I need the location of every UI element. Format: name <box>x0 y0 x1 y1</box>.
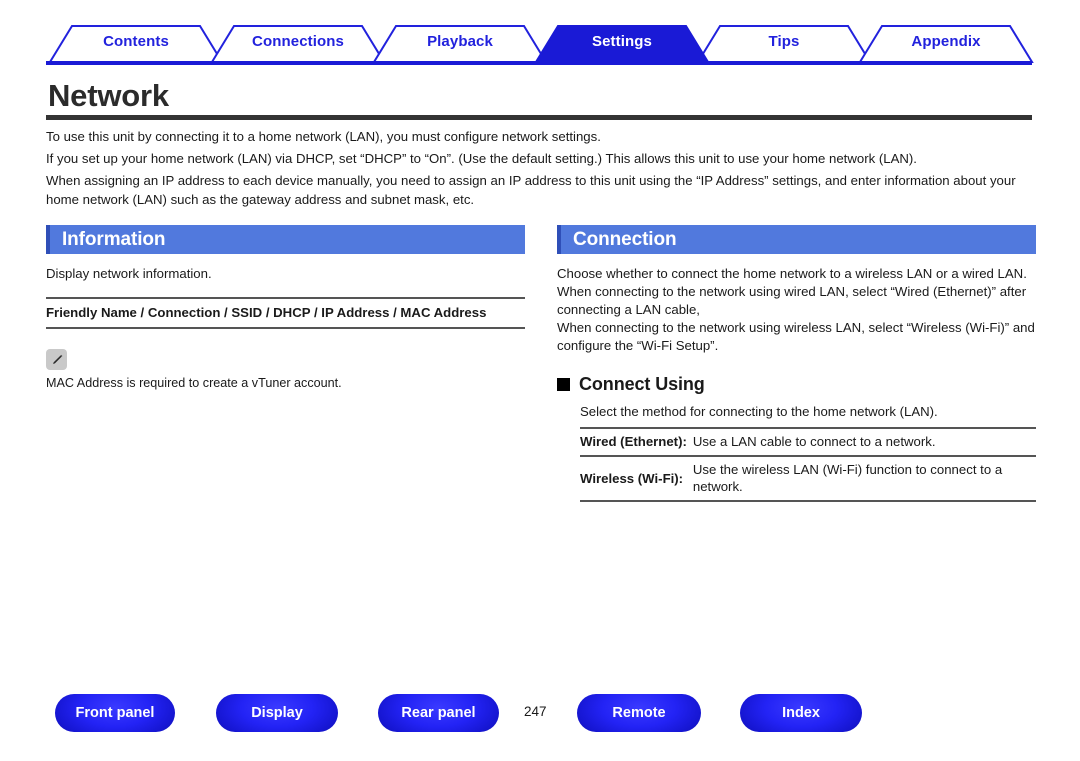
tab-bar: Contents Connections Playback Settings T… <box>0 22 1080 66</box>
option-text-wireless: Use the wireless LAN (Wi-Fi) function to… <box>692 462 1003 494</box>
tab-tips[interactable]: Tips <box>698 22 870 62</box>
tab-appendix[interactable]: Appendix <box>860 22 1032 62</box>
footer-button-display[interactable]: Display <box>216 694 338 732</box>
information-header-bar: Information <box>46 225 525 254</box>
information-description: Display network information. <box>46 266 212 281</box>
option-text-wired: Use a LAN cable to connect to a network. <box>692 434 936 449</box>
intro-paragraph-3: When assigning an IP address to each dev… <box>46 173 1016 207</box>
information-items: Friendly Name / Connection / SSID / DHCP… <box>46 305 487 320</box>
pencil-note-icon <box>46 349 67 370</box>
information-heading: Information <box>62 228 166 250</box>
connection-section: Connection Choose whether to connect the… <box>557 225 1036 502</box>
connect-using-body: Select the method for connecting to the … <box>580 395 1036 502</box>
table-row: Wired (Ethernet): Use a LAN cable to con… <box>580 428 1036 456</box>
connect-using-subsection: Connect Using Select the method for conn… <box>557 374 1036 502</box>
connect-using-header: Connect Using <box>557 374 1036 395</box>
content-columns: Information Display network information.… <box>46 225 1036 502</box>
information-section: Information Display network information.… <box>46 225 525 502</box>
footer-button-remote[interactable]: Remote <box>577 694 701 732</box>
information-items-table: Friendly Name / Connection / SSID / DHCP… <box>46 297 525 329</box>
intro-paragraph-1: To use this unit by connecting it to a h… <box>46 129 601 144</box>
square-bullet-icon <box>557 378 570 391</box>
information-note-text: MAC Address is required to create a vTun… <box>46 376 342 390</box>
tab-playback[interactable]: Playback <box>374 22 546 62</box>
option-label-wireless: Wireless (Wi-Fi): <box>580 470 684 486</box>
tab-settings[interactable]: Settings <box>536 22 708 62</box>
information-note: MAC Address is required to create a vTun… <box>46 349 525 392</box>
connect-using-options-table: Wired (Ethernet): Use a LAN cable to con… <box>580 427 1036 502</box>
footer-button-front-panel[interactable]: Front panel <box>55 694 175 732</box>
option-label-wired: Wired (Ethernet): <box>580 434 687 449</box>
connection-description: Choose whether to connect the home netwo… <box>557 266 1035 353</box>
footer-button-index[interactable]: Index <box>740 694 862 732</box>
tab-connections[interactable]: Connections <box>212 22 384 62</box>
intro-paragraphs: To use this unit by connecting it to a h… <box>46 127 1036 212</box>
information-body: Display network information. <box>46 254 525 283</box>
pencil-icon-glyph <box>52 354 62 364</box>
footer-navigation: Front panel Display Rear panel 247 Remot… <box>0 694 1080 738</box>
connection-body: Choose whether to connect the home netwo… <box>557 254 1036 355</box>
intro-paragraph-2: If you set up your home network (LAN) vi… <box>46 151 917 166</box>
connection-header-bar: Connection <box>557 225 1036 254</box>
connect-using-heading: Connect Using <box>579 374 705 394</box>
footer-button-rear-panel[interactable]: Rear panel <box>378 694 499 732</box>
connect-using-lead: Select the method for connecting to the … <box>580 404 938 419</box>
page-number: 247 <box>524 704 547 719</box>
connection-heading: Connection <box>573 228 677 250</box>
tab-contents[interactable]: Contents <box>50 22 222 62</box>
table-row: Wireless (Wi-Fi): Use the wireless LAN (… <box>580 456 1036 501</box>
title-divider <box>46 115 1032 120</box>
page-title: Network <box>48 78 169 113</box>
